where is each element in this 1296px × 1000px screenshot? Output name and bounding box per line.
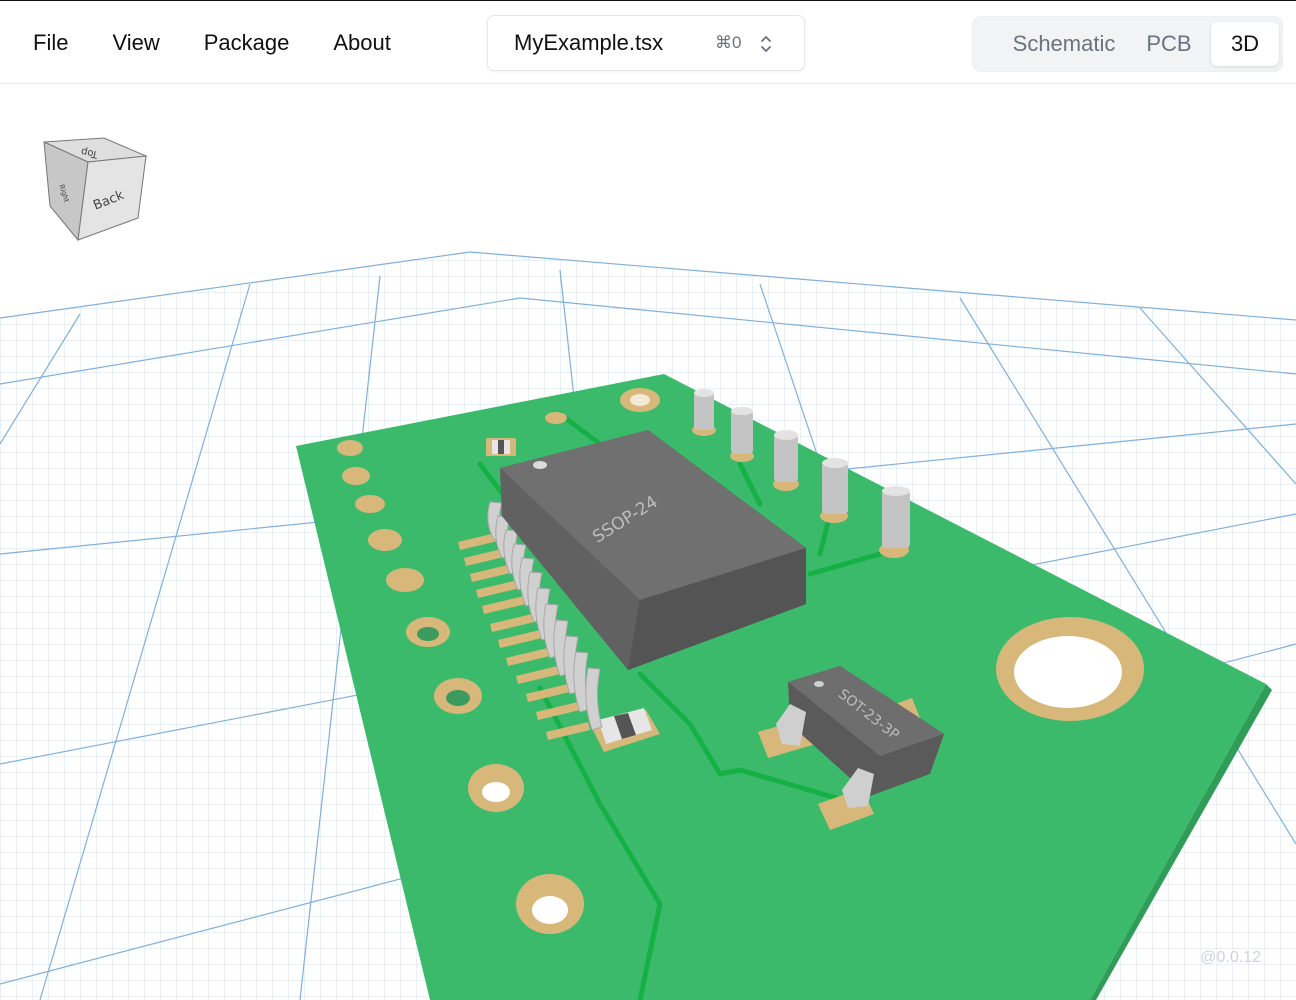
menu-package[interactable]: Package [182,22,312,64]
file-selector[interactable]: MyExample.tsx ⌘0 [487,15,805,71]
orientation-cube[interactable]: Top Back Right [40,134,150,244]
pcb-3d-scene: SSOP-24 SOT-23-3P [0,251,1296,1000]
tab-schematic[interactable]: Schematic [989,17,1139,71]
menu-view[interactable]: View [90,22,181,64]
view-mode-tabs: Schematic PCB 3D [972,16,1283,72]
top-bar: File View Package About MyExample.tsx ⌘0… [0,0,1296,84]
tab-pcb[interactable]: PCB [1141,17,1197,71]
keyboard-shortcut: ⌘0 [715,33,742,52]
3d-viewport[interactable]: SSOP-24 SOT-23-3P Top Back Right @0.0.12 [0,84,1296,1000]
menu-about[interactable]: About [311,22,413,64]
file-name: MyExample.tsx [514,30,664,55]
tab-3d[interactable]: 3D [1211,22,1279,66]
menu-file[interactable]: File [0,22,90,64]
version-label: @0.0.12 [1200,949,1261,966]
chevron-up-down-icon [761,36,771,52]
main-menu: File View Package About [0,1,413,85]
